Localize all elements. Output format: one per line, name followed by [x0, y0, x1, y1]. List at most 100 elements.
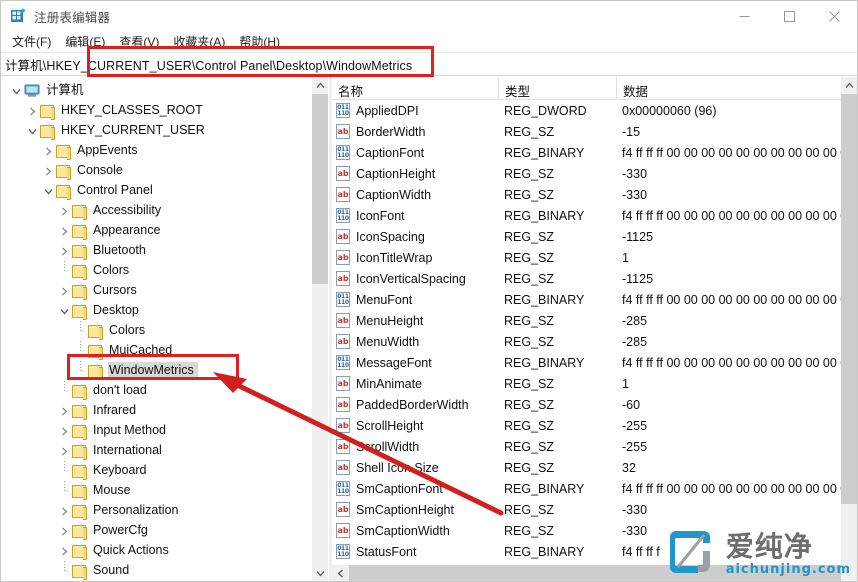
tree-item-bluetooth[interactable]: Bluetooth: [2, 241, 312, 261]
menu-view[interactable]: 查看(V): [112, 31, 166, 53]
value-row[interactable]: abScrollWidthREG_SZ-255: [332, 436, 858, 457]
value-row[interactable]: abShell Icon SizeREG_SZ32: [332, 457, 858, 478]
value-name: ScrollHeight: [356, 419, 423, 433]
chevron-right-icon[interactable]: [40, 141, 56, 161]
chevron-right-icon[interactable]: [56, 421, 72, 441]
column-header-name[interactable]: 名称: [332, 77, 498, 99]
tree-item-appearance[interactable]: Appearance: [2, 221, 312, 241]
value-row[interactable]: abPaddedBorderWidthREG_SZ-60: [332, 394, 858, 415]
chevron-down-icon[interactable]: [8, 81, 24, 101]
chevron-down-icon[interactable]: [40, 181, 56, 201]
tree-item-cursors[interactable]: Cursors: [2, 281, 312, 301]
column-header-data[interactable]: 数据: [616, 77, 858, 99]
chevron-right-icon[interactable]: [56, 401, 72, 421]
scroll-up-icon[interactable]: [841, 77, 857, 94]
tree-item-desktop[interactable]: Desktop: [2, 301, 312, 321]
string-value-icon: ab: [336, 313, 351, 328]
tree-item-appevents[interactable]: AppEvents: [2, 141, 312, 161]
chevron-right-icon[interactable]: [56, 221, 72, 241]
string-value-icon: ab: [336, 418, 351, 433]
value-row[interactable]: abMenuWidthREG_SZ-285: [332, 331, 858, 352]
tree-item-label: Personalization: [92, 502, 182, 520]
tree-item-control-panel[interactable]: Control Panel: [2, 181, 312, 201]
tree-item-keyboard[interactable]: Keyboard: [2, 461, 312, 481]
value-row[interactable]: 011110CaptionFontREG_BINARYf4 ff ff ff 0…: [332, 142, 858, 163]
list-scroll-thumb[interactable]: [841, 94, 857, 504]
value-row[interactable]: 011110MessageFontREG_BINARYf4 ff ff ff 0…: [332, 352, 858, 373]
menu-file[interactable]: 文件(F): [5, 31, 58, 53]
value-row[interactable]: abCaptionHeightREG_SZ-330: [332, 163, 858, 184]
minimize-button[interactable]: [722, 1, 767, 31]
registry-tree-pane[interactable]: 计算机HKEY_CLASSES_ROOTHKEY_CURRENT_USERApp…: [2, 77, 329, 582]
value-row[interactable]: 011110SmCaptionFontREG_BINARYf4 ff ff ff…: [332, 478, 858, 499]
tree-item-hkey-current-user[interactable]: HKEY_CURRENT_USER: [2, 121, 312, 141]
chevron-right-icon[interactable]: [56, 441, 72, 461]
menu-help[interactable]: 帮助(H): [232, 31, 287, 53]
tree-item-input-method[interactable]: Input Method: [2, 421, 312, 441]
value-data: -330: [616, 167, 858, 181]
tree-item-mouse[interactable]: Mouse: [2, 481, 312, 501]
tree-item-[interactable]: 计算机: [2, 81, 312, 101]
list-header: 名称 类型 数据: [332, 77, 858, 100]
chevron-right-icon[interactable]: [56, 241, 72, 261]
tree-item-accessibility[interactable]: Accessibility: [2, 201, 312, 221]
folder-icon: [72, 385, 87, 398]
tree-item-console[interactable]: Console: [2, 161, 312, 181]
value-row[interactable]: abIconTitleWrapREG_SZ1: [332, 247, 858, 268]
chevron-right-icon[interactable]: [56, 281, 72, 301]
tree-item-personalization[interactable]: Personalization: [2, 501, 312, 521]
tree-item-quick-actions[interactable]: Quick Actions: [2, 541, 312, 561]
menu-favorites[interactable]: 收藏夹(A): [166, 31, 232, 53]
value-name: CaptionWidth: [356, 188, 431, 202]
chevron-right-icon[interactable]: [24, 101, 40, 121]
address-bar[interactable]: 计算机\HKEY_CURRENT_USER\Control Panel\Desk…: [1, 52, 857, 76]
tree-item-hkey-classes-root[interactable]: HKEY_CLASSES_ROOT: [2, 101, 312, 121]
scroll-up-icon[interactable]: [312, 77, 328, 94]
tree-item-sound[interactable]: Sound: [2, 561, 312, 581]
computer-icon: [24, 84, 40, 98]
value-row[interactable]: 011110AppliedDPIREG_DWORD0x00000060 (96): [332, 100, 858, 121]
value-row[interactable]: abMenuHeightREG_SZ-285: [332, 310, 858, 331]
value-row[interactable]: abMinAnimateREG_SZ1: [332, 373, 858, 394]
value-data: 32: [616, 461, 858, 475]
tree-item-muicached[interactable]: MuiCached: [2, 341, 312, 361]
chevron-right-icon[interactable]: [56, 501, 72, 521]
tree-item-powercfg[interactable]: PowerCfg: [2, 521, 312, 541]
value-name-cell: 011110CaptionFont: [332, 145, 498, 160]
registry-values-pane[interactable]: 名称 类型 数据 011110AppliedDPIREG_DWORD0x0000…: [332, 77, 858, 582]
value-row[interactable]: 011110MenuFontREG_BINARYf4 ff ff ff 00 0…: [332, 289, 858, 310]
value-row[interactable]: abBorderWidthREG_SZ-15: [332, 121, 858, 142]
scroll-down-icon[interactable]: [312, 565, 328, 582]
tree-item-windowmetrics[interactable]: WindowMetrics: [2, 361, 312, 381]
tree-item-colors[interactable]: Colors: [2, 261, 312, 281]
tree-item-label: Colors: [108, 322, 149, 340]
value-row[interactable]: abIconSpacingREG_SZ-1125: [332, 226, 858, 247]
tree-item-don-t-load[interactable]: don't load: [2, 381, 312, 401]
chevron-down-icon[interactable]: [56, 301, 72, 321]
column-header-type[interactable]: 类型: [498, 77, 616, 99]
value-row[interactable]: 011110IconFontREG_BINARYf4 ff ff ff 00 0…: [332, 205, 858, 226]
value-row[interactable]: abSmCaptionHeightREG_SZ-330: [332, 499, 858, 520]
chevron-right-icon[interactable]: [56, 541, 72, 561]
tree-item-infrared[interactable]: Infrared: [2, 401, 312, 421]
value-row[interactable]: abScrollHeightREG_SZ-255: [332, 415, 858, 436]
tree-item-label: Quick Actions: [92, 542, 173, 560]
chevron-down-icon[interactable]: [24, 121, 40, 141]
value-row[interactable]: abCaptionWidthREG_SZ-330: [332, 184, 858, 205]
value-name: BorderWidth: [356, 125, 425, 139]
tree-item-international[interactable]: International: [2, 441, 312, 461]
scroll-left-icon[interactable]: [332, 565, 349, 582]
chevron-right-icon[interactable]: [56, 521, 72, 541]
maximize-button[interactable]: [767, 1, 812, 31]
binary-value-icon: 011110: [336, 481, 351, 496]
chevron-right-icon[interactable]: [56, 201, 72, 221]
tree-scroll-thumb[interactable]: [312, 94, 328, 284]
menu-edit[interactable]: 编辑(E): [58, 31, 112, 53]
list-vertical-scrollbar[interactable]: [841, 77, 857, 565]
value-data: f4 ff ff ff 00 00 00 00 00 00 00 00 00 0…: [616, 293, 858, 307]
tree-vertical-scrollbar[interactable]: [312, 77, 328, 582]
chevron-right-icon[interactable]: [40, 161, 56, 181]
value-row[interactable]: abIconVerticalSpacingREG_SZ-1125: [332, 268, 858, 289]
tree-item-colors[interactable]: Colors: [2, 321, 312, 341]
close-button[interactable]: [812, 1, 857, 31]
